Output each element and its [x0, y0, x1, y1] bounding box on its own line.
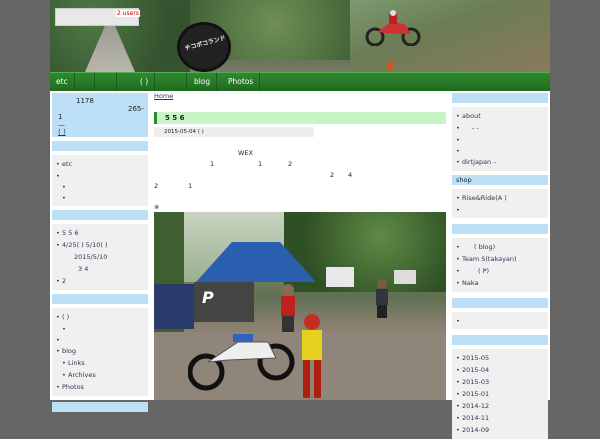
right-section-3: ( blog) Team S(takayan) ( P) Naka: [452, 238, 548, 292]
left-section-1-item[interactable]: etc: [52, 158, 148, 170]
main-nav: etc ( ) blog Photos: [50, 72, 550, 91]
profile-link-2[interactable]: ( ): [58, 128, 66, 136]
left-sidebar: 1178 265- 1 — ( ) etc 5 5 6 4/25( ) 5/10…: [52, 93, 148, 416]
archive-item[interactable]: 2015-03: [452, 376, 548, 388]
left-section-3-item[interactable]: Archives: [52, 369, 148, 381]
left-section-2-item[interactable]: 4/25( ) 5/10( ): [52, 239, 148, 251]
profile-line-2: 265-: [128, 105, 144, 113]
right-section-2-item[interactable]: [452, 204, 548, 215]
right-section-3-item[interactable]: ( P): [452, 265, 548, 277]
left-section-3-item[interactable]: Photos: [52, 381, 148, 393]
left-section-3: ( ) blog Links Archives Photos: [52, 308, 148, 396]
right-section-1-header: [452, 93, 548, 103]
nav-item-4[interactable]: ( ): [134, 73, 156, 91]
body-text: 1: [188, 182, 193, 190]
archive-item[interactable]: 2015-05: [452, 352, 548, 364]
right-section-1-item[interactable]: dirtjapan –: [452, 156, 548, 168]
body-text: WEX: [238, 149, 253, 157]
right-sidebar: about - - dirtjapan – shop Rise&Ride(A )…: [452, 93, 548, 439]
left-section-2-header: [52, 210, 148, 220]
body-text: 2: [154, 182, 159, 190]
right-section-4-header: [452, 298, 548, 308]
motocross-bike-image: [365, 10, 421, 46]
right-section-3-item[interactable]: Naka: [452, 277, 548, 289]
main-content: Home 5 5 6 2015-05-04 ( ): [154, 92, 446, 137]
archive-item[interactable]: 2015-04: [452, 364, 548, 376]
left-section-2-item[interactable]: 2015/5/10: [52, 251, 148, 263]
nav-item-5[interactable]: [162, 73, 187, 91]
right-section-1-item[interactable]: about: [452, 110, 548, 122]
post-meta: 2015-05-04 ( ): [154, 127, 314, 137]
breadcrumb-home[interactable]: Home: [154, 92, 173, 100]
left-section-1-item[interactable]: [52, 181, 148, 192]
right-section-1: about - - dirtjapan –: [452, 107, 548, 171]
nav-item-etc[interactable]: etc: [50, 73, 75, 91]
left-section-2-item[interactable]: 5 5 6: [52, 227, 148, 239]
left-section-3-item[interactable]: ( ): [52, 311, 148, 323]
right-section-5-header: [452, 335, 548, 345]
archives-list: 2015-05 2015-04 2015-03 2015-01 2014-12 …: [452, 349, 548, 439]
header-cone: [386, 58, 394, 70]
profile-line-1: 1178: [76, 97, 94, 105]
body-text: 2: [330, 171, 335, 179]
profile-line-3: 1: [58, 113, 63, 121]
body-text: 1: [210, 160, 215, 168]
header-banner: チコボコランド 2 users: [50, 0, 550, 72]
right-section-2-item[interactable]: Rise&Ride(A ): [452, 192, 548, 204]
archive-item[interactable]: 2014-11: [452, 412, 548, 424]
photo-car: [326, 267, 354, 287]
body-text: ※: [154, 203, 160, 211]
left-section-4-header: [52, 402, 148, 412]
page-wrapper: チコボコランド 2 users etc ( ) blog Photos 1178…: [50, 0, 550, 439]
users-badge[interactable]: 2 users: [116, 10, 140, 17]
left-section-1-item[interactable]: [52, 170, 148, 181]
right-section-3-item[interactable]: Team S(takayan): [452, 253, 548, 265]
archive-item[interactable]: 2014-12: [452, 400, 548, 412]
left-section-3-item[interactable]: blog: [52, 345, 148, 357]
photo-rider: [302, 314, 322, 398]
left-section-3-header: [52, 294, 148, 304]
left-section-1: etc: [52, 155, 148, 206]
nav-item-2[interactable]: [72, 73, 95, 91]
right-section-1-item[interactable]: [452, 134, 548, 145]
post-title[interactable]: 5 5 6: [154, 112, 446, 124]
photo-banner-text: P: [202, 288, 214, 307]
nav-item-photos[interactable]: Photos: [222, 73, 261, 91]
body-text: 2: [288, 160, 293, 168]
left-section-2-item[interactable]: 3 4: [52, 263, 148, 275]
left-section-2: 5 5 6 4/25( ) 5/10( ) 2015/5/10 3 4 2: [52, 224, 148, 290]
right-section-3-item[interactable]: ( blog): [452, 241, 548, 253]
photo-person-2: [376, 279, 388, 318]
photo-person: [281, 284, 295, 332]
left-section-3-item[interactable]: [52, 323, 148, 334]
right-section-4-item[interactable]: [452, 315, 548, 326]
right-section-1-item[interactable]: [452, 145, 548, 156]
body-text: 4: [348, 171, 353, 179]
right-section-2: Rise&Ride(A ): [452, 189, 548, 218]
left-section-1-item[interactable]: [52, 192, 148, 203]
photo-car-2: [394, 270, 416, 284]
nav-item-3[interactable]: [94, 73, 117, 91]
body-text: 1: [258, 160, 263, 168]
post-photo[interactable]: P: [154, 212, 446, 400]
left-section-3-item[interactable]: [52, 334, 148, 345]
right-section-2-header: shop: [452, 175, 548, 185]
archive-item[interactable]: 2015-01: [452, 388, 548, 400]
right-section-3-header: [452, 224, 548, 234]
left-section-2-item[interactable]: 2: [52, 275, 148, 287]
nav-item-blog[interactable]: blog: [188, 73, 218, 91]
archive-item[interactable]: 2014-09: [452, 424, 548, 436]
left-section-1-header: [52, 141, 148, 151]
profile-box: 1178 265- 1 — ( ): [52, 93, 148, 137]
left-section-3-item[interactable]: Links: [52, 357, 148, 369]
right-section-1-item[interactable]: - -: [452, 122, 548, 134]
right-section-4: [452, 312, 548, 329]
